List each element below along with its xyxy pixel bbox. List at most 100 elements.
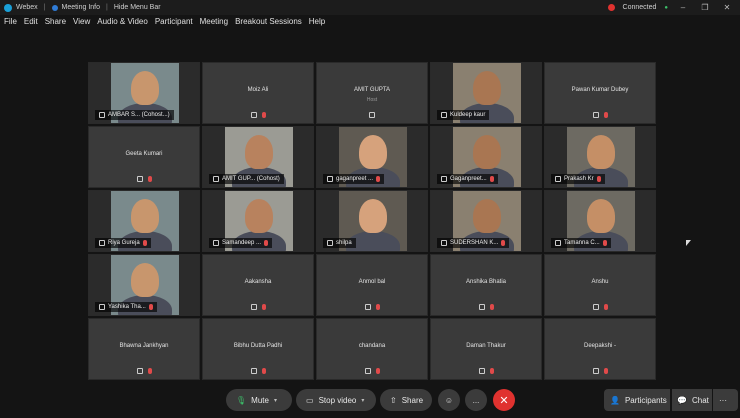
participant-tile[interactable]: Samandeep ... bbox=[202, 190, 314, 252]
participant-name-label: Tamanna C... bbox=[551, 238, 611, 248]
participant-tile[interactable]: AMIT GUP... (Cohost) bbox=[202, 126, 314, 188]
muted-mic-icon bbox=[501, 240, 506, 246]
monitor-icon bbox=[478, 304, 485, 310]
chat-label: Chat bbox=[691, 395, 709, 405]
participant-name: Aakansha bbox=[244, 279, 272, 285]
monitor-icon bbox=[369, 112, 375, 118]
participant-role: Host bbox=[366, 97, 378, 103]
muted-mic-icon bbox=[603, 368, 608, 374]
participant-name: Geeta Kumari bbox=[125, 151, 163, 157]
muted-mic-icon bbox=[376, 176, 381, 182]
title-bar: Webex | Meeting Info | Hide Menu Bar Con… bbox=[0, 0, 740, 15]
monitor-icon bbox=[364, 368, 371, 374]
participant-name: Prakash Kr bbox=[564, 176, 594, 182]
participant-tile[interactable]: Bhawna Jankhyan bbox=[88, 318, 200, 380]
monitor-icon bbox=[213, 176, 219, 182]
mouse-pointer-icon bbox=[686, 240, 691, 246]
monitor-icon bbox=[250, 304, 257, 310]
hide-menu-bar-button[interactable]: Hide Menu Bar bbox=[114, 4, 161, 11]
menu-view[interactable]: View bbox=[73, 17, 90, 31]
menu-file[interactable]: File bbox=[4, 17, 17, 31]
participants-button[interactable]: 👤 Participants bbox=[604, 389, 670, 411]
participant-tile[interactable]: Anshu bbox=[544, 254, 656, 316]
participant-name: Bhawna Jankhyan bbox=[119, 343, 169, 349]
participant-tile[interactable]: Gaganpreet... bbox=[430, 126, 542, 188]
participant-tile[interactable]: Yashika Tha... bbox=[88, 254, 200, 316]
menu-breakout-sessions[interactable]: Breakout Sessions bbox=[235, 17, 302, 31]
chat-button[interactable]: 💬 Chat bbox=[672, 389, 712, 411]
participant-name-label: Riya Gureja bbox=[95, 238, 151, 248]
participant-tile[interactable]: Anshika Bhatia bbox=[430, 254, 542, 316]
participant-face bbox=[473, 135, 501, 169]
chevron-down-icon[interactable]: ▾ bbox=[361, 397, 364, 404]
share-icon: ⇧ bbox=[390, 395, 397, 405]
participant-tile[interactable]: Bibhu Dutta Padhi bbox=[202, 318, 314, 380]
participant-name: Gaganpreet... bbox=[450, 176, 487, 182]
participant-tile[interactable]: SUDERSHAN K... bbox=[430, 190, 542, 252]
participant-tile[interactable]: Aakansha bbox=[202, 254, 314, 316]
webex-logo-icon bbox=[4, 3, 12, 12]
close-window-icon[interactable]: ✕ bbox=[720, 3, 734, 12]
participant-tile[interactable]: Tamanna C... bbox=[544, 190, 656, 252]
participant-name: chandana bbox=[358, 343, 386, 349]
reactions-button[interactable]: ☺ bbox=[438, 389, 460, 411]
participant-tile[interactable]: Pawan Kumar Dubey bbox=[544, 62, 656, 124]
participant-name: Samandeep ... bbox=[222, 240, 262, 246]
muted-mic-icon bbox=[147, 176, 152, 182]
participant-tile[interactable]: Deepakshi - bbox=[544, 318, 656, 380]
participant-name: Kuldeep kaur bbox=[450, 112, 486, 118]
more-icon: ··· bbox=[719, 395, 727, 405]
participant-tile[interactable]: AMIT GUPTA Host bbox=[316, 62, 428, 124]
minimize-icon[interactable]: – bbox=[676, 3, 690, 12]
more-panels-button[interactable]: ··· bbox=[713, 389, 738, 411]
stop-video-button[interactable]: ▭ Stop video ▾ bbox=[296, 389, 376, 411]
participant-tile[interactable]: chandana bbox=[316, 318, 428, 380]
monitor-icon bbox=[213, 240, 219, 246]
participant-tile[interactable]: shilpa bbox=[316, 190, 428, 252]
participant-tile[interactable]: Geeta Kumari bbox=[88, 126, 200, 188]
monitor-icon bbox=[592, 304, 599, 310]
participant-name: Deepakshi - bbox=[583, 343, 616, 349]
video-grid: AMBAR S... (Cohost...) Moiz Ali AMIT GUPTA… bbox=[88, 62, 656, 384]
menu-help[interactable]: Help bbox=[309, 17, 325, 31]
participant-name-label: Kuldeep kaur bbox=[437, 110, 490, 120]
participant-name-label: gaganpreet ... bbox=[323, 174, 385, 184]
more-options-button[interactable]: ... bbox=[465, 389, 487, 411]
participant-name-label: Samandeep ... bbox=[209, 238, 273, 248]
muted-mic-icon bbox=[142, 240, 147, 246]
monitor-icon bbox=[136, 176, 143, 182]
participant-tile[interactable]: AMBAR S... (Cohost...) bbox=[88, 62, 200, 124]
menu-meeting[interactable]: Meeting bbox=[200, 17, 228, 31]
participant-name: Anshika Bhatia bbox=[465, 279, 507, 285]
muted-mic-icon bbox=[148, 304, 153, 310]
monitor-icon bbox=[364, 304, 371, 310]
restore-icon[interactable]: ❐ bbox=[698, 3, 712, 12]
participant-name: gaganpreet ... bbox=[336, 176, 374, 182]
more-icon: ... bbox=[472, 395, 480, 405]
end-meeting-button[interactable]: ✕ bbox=[493, 389, 515, 411]
muted-mic-icon bbox=[261, 368, 266, 374]
participant-tile[interactable]: Anmol bal bbox=[316, 254, 428, 316]
participant-tile[interactable]: Riya Gureja bbox=[88, 190, 200, 252]
menu-share[interactable]: Share bbox=[45, 17, 66, 31]
participant-face bbox=[245, 135, 273, 169]
meeting-info-link[interactable]: Meeting Info bbox=[62, 4, 101, 11]
monitor-icon bbox=[478, 368, 485, 374]
participant-name: Bibhu Dutta Padhi bbox=[233, 343, 283, 349]
participant-tile[interactable]: Moiz Ali bbox=[202, 62, 314, 124]
menu-audio-video[interactable]: Audio & Video bbox=[97, 17, 148, 31]
participant-face bbox=[587, 199, 615, 233]
participant-tile[interactable]: Kuldeep kaur bbox=[430, 62, 542, 124]
monitor-icon bbox=[441, 240, 447, 246]
monitor-icon bbox=[555, 176, 561, 182]
menu-edit[interactable]: Edit bbox=[24, 17, 38, 31]
mute-button[interactable]: 🎙 Mute ▾ bbox=[226, 389, 292, 411]
chevron-down-icon[interactable]: ▾ bbox=[274, 397, 277, 404]
participant-tile[interactable]: gaganpreet ... bbox=[316, 126, 428, 188]
monitor-icon bbox=[327, 240, 333, 246]
menu-participant[interactable]: Participant bbox=[155, 17, 193, 31]
share-button[interactable]: ⇧ Share bbox=[380, 389, 432, 411]
participant-face bbox=[359, 135, 387, 169]
participant-tile[interactable]: Prakash Kr bbox=[544, 126, 656, 188]
participant-tile[interactable]: Daman Thakur bbox=[430, 318, 542, 380]
